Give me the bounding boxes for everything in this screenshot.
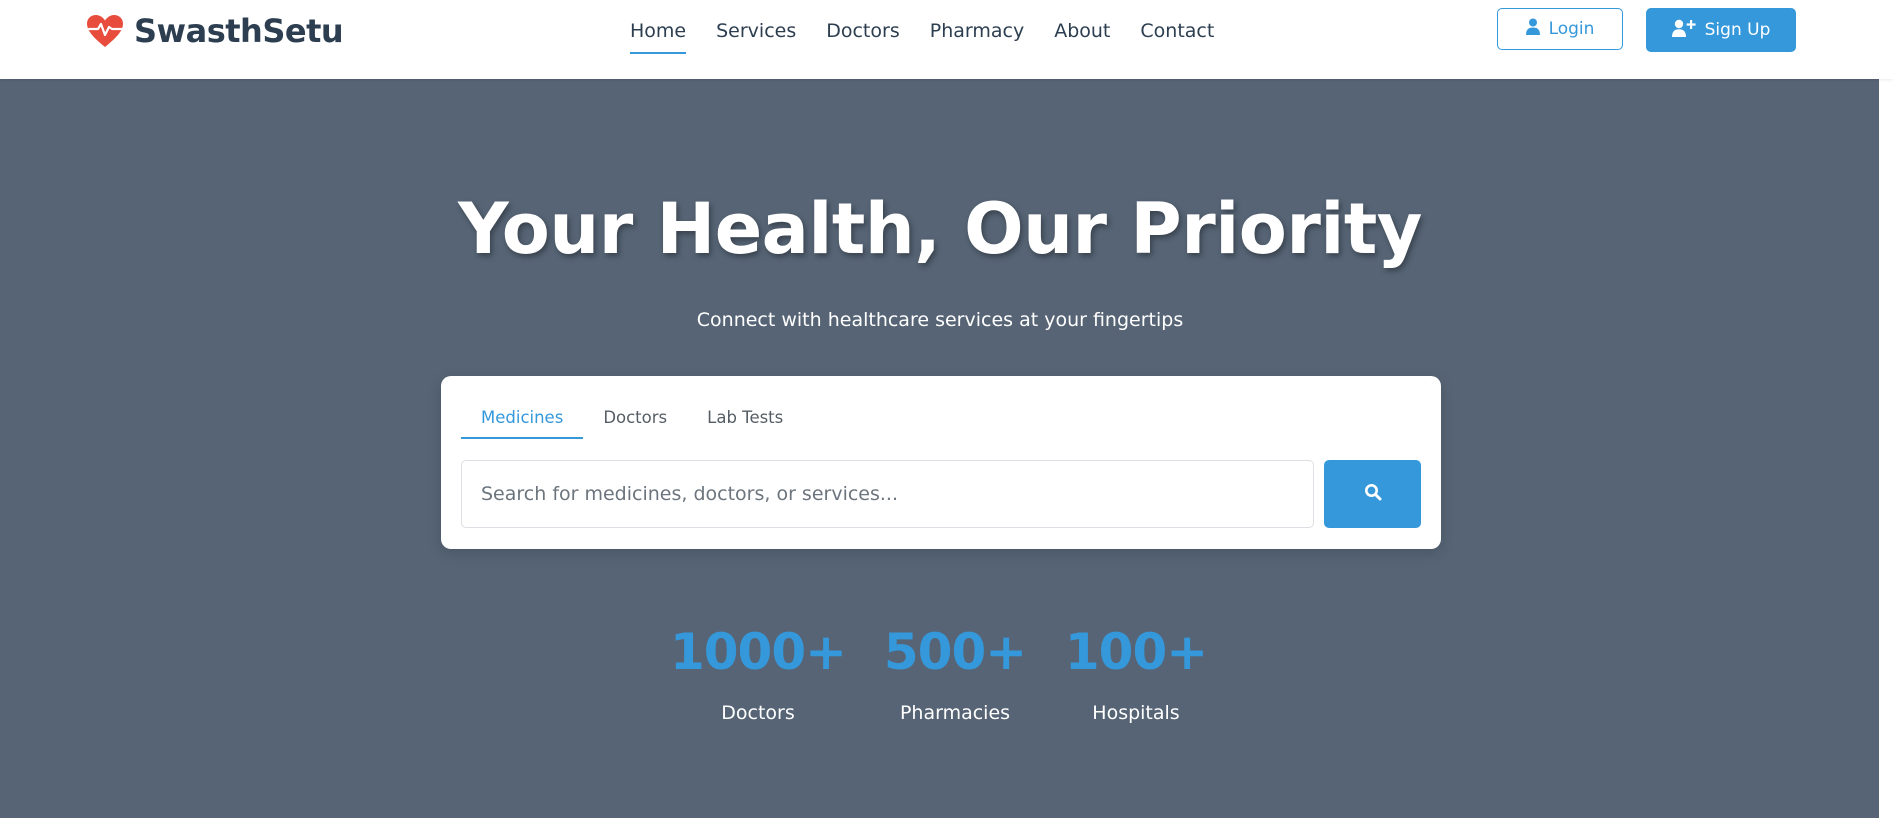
search-input[interactable] (461, 460, 1314, 528)
search-icon (1364, 483, 1382, 506)
main-nav: Home Services Doctors Pharmacy About Con… (630, 16, 1214, 56)
user-plus-icon (1671, 19, 1696, 42)
stat-value: 100+ (1064, 623, 1208, 681)
tab-lab-tests[interactable]: Lab Tests (687, 406, 803, 439)
tab-medicines[interactable]: Medicines (461, 406, 584, 439)
signup-label: Sign Up (1704, 20, 1771, 40)
site-header: SwasthSetu Home Services Doctors Pharmac… (0, 0, 1893, 79)
login-button[interactable]: Login (1497, 8, 1623, 50)
brand-logo[interactable]: SwasthSetu (86, 12, 344, 50)
user-icon (1525, 18, 1540, 40)
stat-pharmacies: 500+ Pharmacies (855, 620, 1055, 724)
nav-item-services[interactable]: Services (716, 16, 796, 54)
stat-doctors: 1000+ Doctors (658, 620, 858, 724)
brand-name: SwasthSetu (134, 12, 344, 50)
nav-item-about[interactable]: About (1054, 16, 1110, 54)
tab-doctors[interactable]: Doctors (583, 406, 687, 439)
search-tabs: Medicines Doctors Lab Tests (461, 406, 803, 440)
stat-label: Doctors (721, 702, 795, 724)
heartbeat-icon (86, 14, 124, 48)
signup-button[interactable]: Sign Up (1646, 8, 1796, 52)
search-card: Medicines Doctors Lab Tests (441, 376, 1441, 549)
stat-hospitals: 100+ Hospitals (1036, 620, 1236, 724)
stat-label: Pharmacies (899, 702, 1011, 724)
stat-value: 500+ (883, 623, 1027, 681)
nav-item-pharmacy[interactable]: Pharmacy (930, 16, 1024, 54)
stat-value: 1000+ (669, 623, 847, 681)
nav-item-contact[interactable]: Contact (1140, 16, 1214, 54)
search-button[interactable] (1324, 460, 1421, 528)
hero-title: Your Health, Our Priority (458, 188, 1422, 270)
page-scrollbar[interactable] (1879, 0, 1893, 818)
login-label: Login (1548, 19, 1595, 39)
nav-item-home[interactable]: Home (630, 16, 687, 54)
stat-label: Hospitals (1092, 702, 1180, 724)
nav-item-doctors[interactable]: Doctors (826, 16, 900, 54)
hero-subtitle: Connect with healthcare services at your… (696, 309, 1184, 331)
